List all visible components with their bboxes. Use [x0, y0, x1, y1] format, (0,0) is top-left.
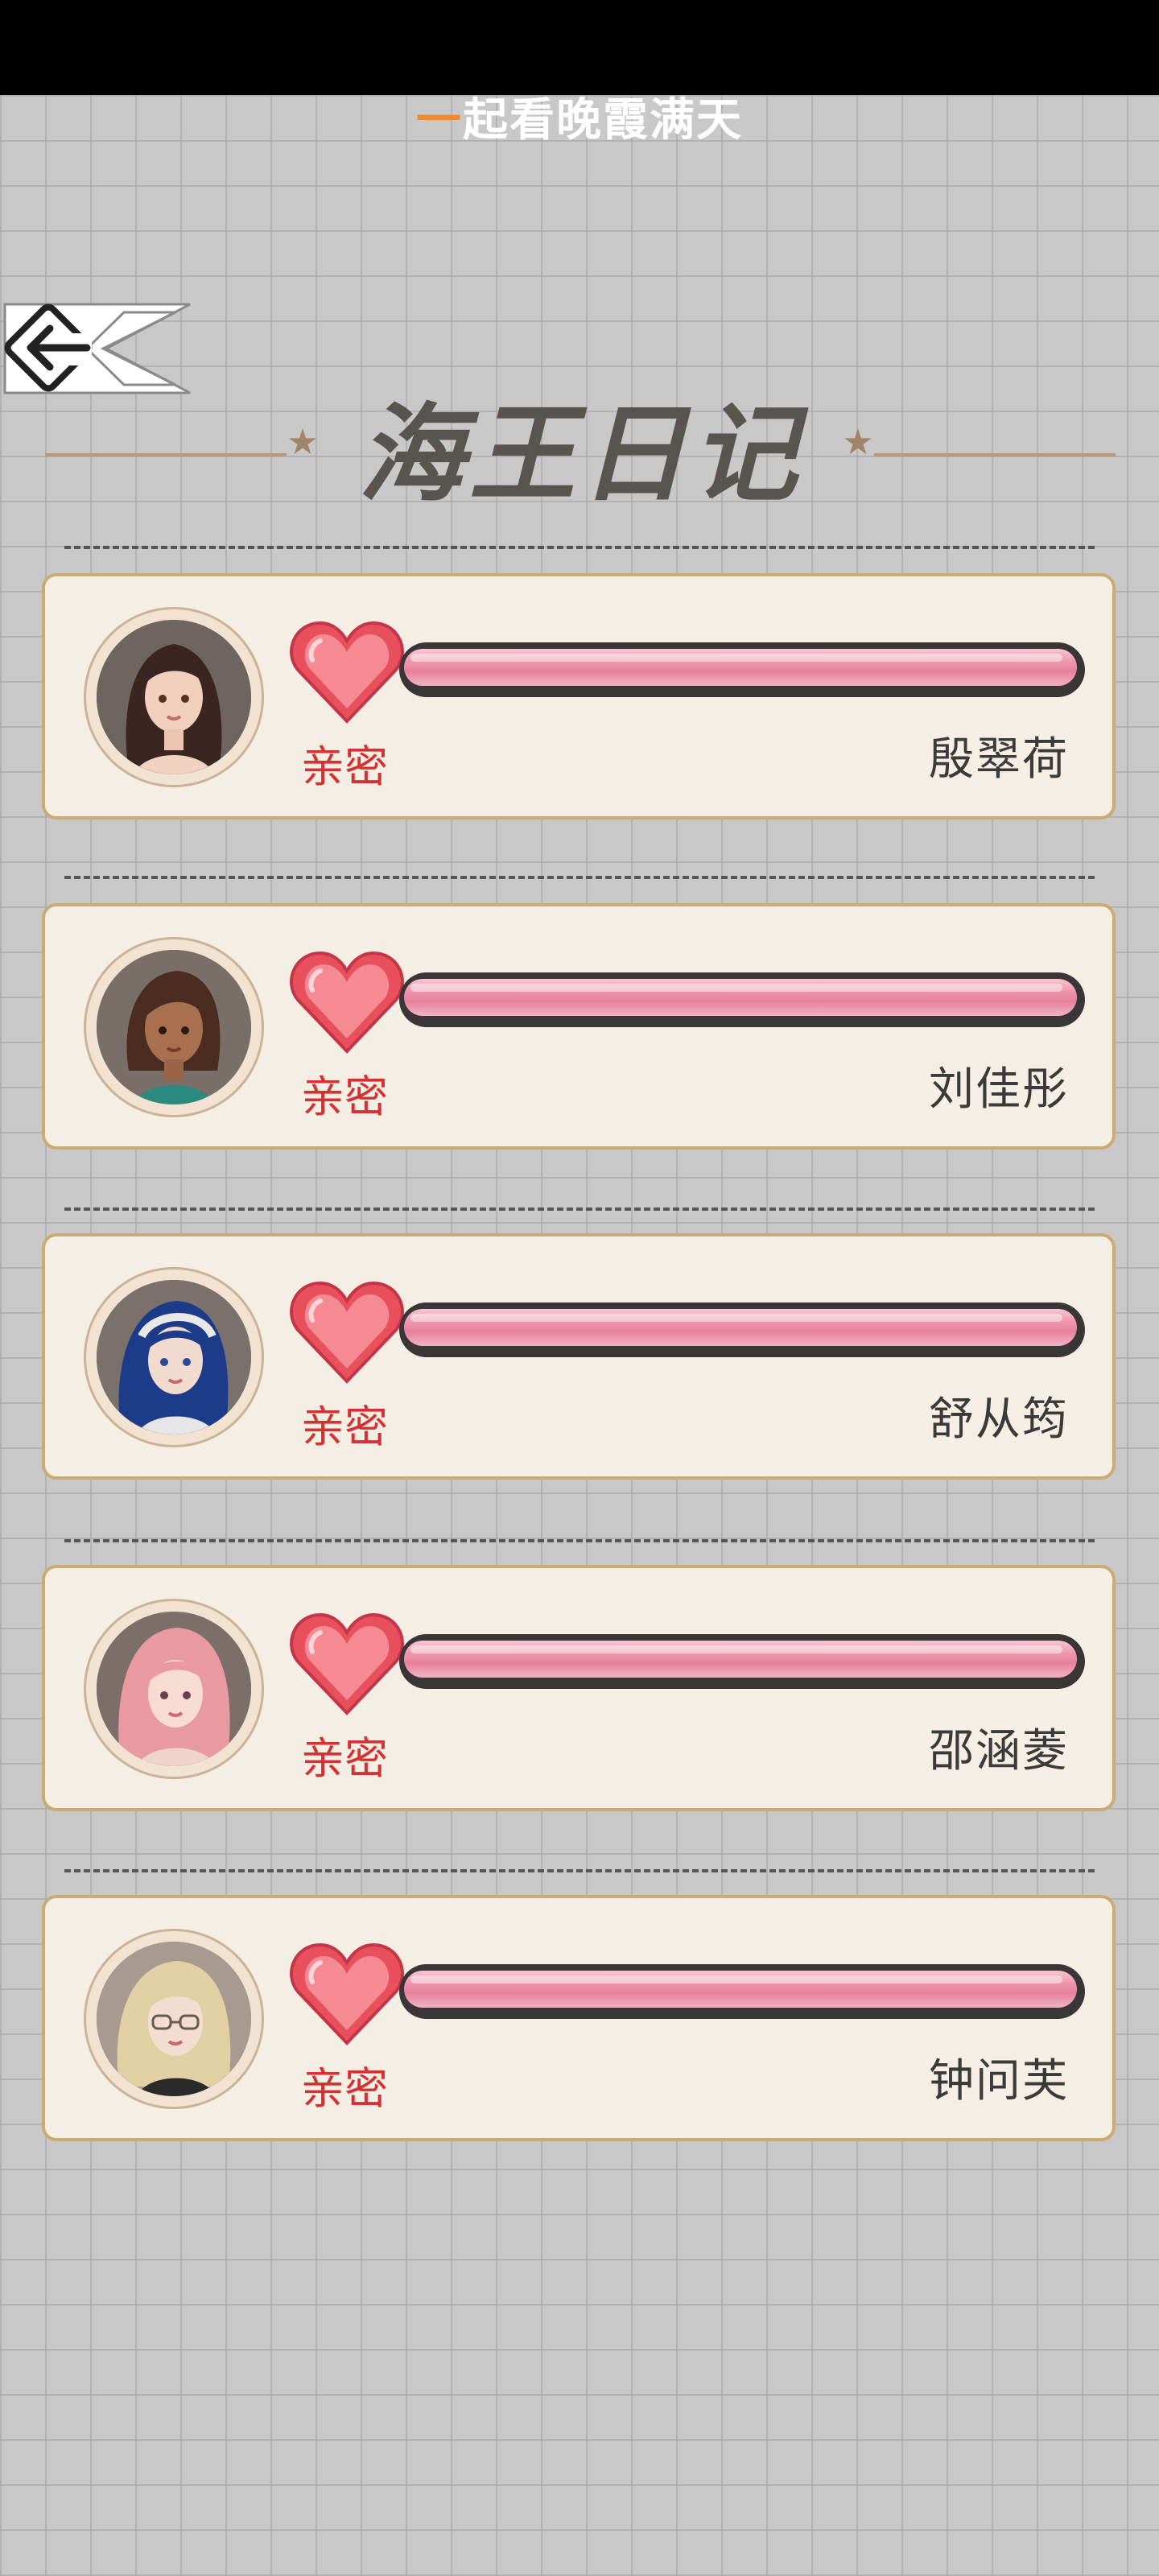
section-divider: [64, 1869, 1095, 1872]
intimacy-bar-fill: [404, 1309, 1077, 1346]
title-row: ★ 海王日记 ★: [45, 394, 1116, 515]
intimacy-bar-fill: [404, 649, 1077, 686]
intimacy-bar-fill: [404, 1641, 1077, 1678]
avatar: [97, 950, 251, 1104]
character-card[interactable]: 亲密 钟问芙: [42, 1895, 1116, 2141]
title-divider-right: [874, 453, 1116, 456]
intimacy-label: 亲密: [301, 1733, 388, 1784]
intimacy-label: 亲密: [301, 1402, 388, 1452]
avatar-frame: [84, 1929, 264, 2109]
section-divider: [64, 1208, 1095, 1211]
intimacy-bar: [399, 972, 1085, 1027]
character-card[interactable]: 亲密 邵涵菱: [42, 1565, 1116, 1811]
heart-icon: [290, 951, 404, 1054]
title-divider-left: [45, 453, 287, 456]
section-divider: [64, 1539, 1095, 1542]
avatar-frame: [84, 1599, 264, 1779]
subtitle-first-char: 一: [416, 94, 463, 147]
character-card[interactable]: 亲密 刘佳彤: [42, 903, 1116, 1150]
intimacy-bar: [399, 1302, 1085, 1357]
character-name: 刘佳彤: [929, 1063, 1069, 1116]
avatar: [97, 1942, 251, 2096]
intimacy-bar: [399, 1634, 1085, 1689]
intimacy-label: 亲密: [301, 741, 388, 792]
section-divider: [64, 876, 1095, 879]
character-name: 钟问芙: [929, 2055, 1069, 2107]
intimacy-label: 亲密: [301, 2063, 388, 2114]
intimacy-bar-fill: [404, 1971, 1077, 2008]
avatar: [97, 620, 251, 774]
page-title: 海王日记: [358, 392, 802, 517]
heart-icon: [290, 1612, 404, 1715]
intimacy-label: 亲密: [301, 1071, 388, 1122]
star-icon: ★: [842, 422, 874, 463]
character-card[interactable]: 亲密 舒从筠: [42, 1233, 1116, 1480]
back-button[interactable]: [3, 301, 192, 396]
intimacy-bar: [399, 642, 1085, 697]
intimacy-bar: [399, 1964, 1085, 2019]
back-arrow-icon: [3, 303, 191, 394]
character-name: 殷翠荷: [929, 733, 1069, 786]
heart-icon: [290, 1942, 404, 2046]
intimacy-bar-fill: [404, 979, 1077, 1016]
subtitle-banner: 一起看晚霞满天: [0, 84, 1159, 149]
heart-icon: [290, 1281, 404, 1384]
avatar-frame: [84, 1267, 264, 1447]
avatar-frame: [84, 607, 264, 787]
character-name: 舒从筠: [929, 1393, 1069, 1446]
heart-icon: [290, 621, 404, 724]
status-bar: [0, 0, 1159, 95]
avatar: [97, 1280, 251, 1435]
character-card[interactable]: 亲密 殷翠荷: [42, 573, 1116, 819]
star-icon: ★: [287, 422, 319, 463]
avatar-frame: [84, 937, 264, 1117]
section-divider: [64, 546, 1095, 549]
character-name: 邵涵菱: [929, 1725, 1069, 1777]
subtitle-text: 起看晚霞满天: [463, 94, 743, 147]
avatar: [97, 1612, 251, 1766]
